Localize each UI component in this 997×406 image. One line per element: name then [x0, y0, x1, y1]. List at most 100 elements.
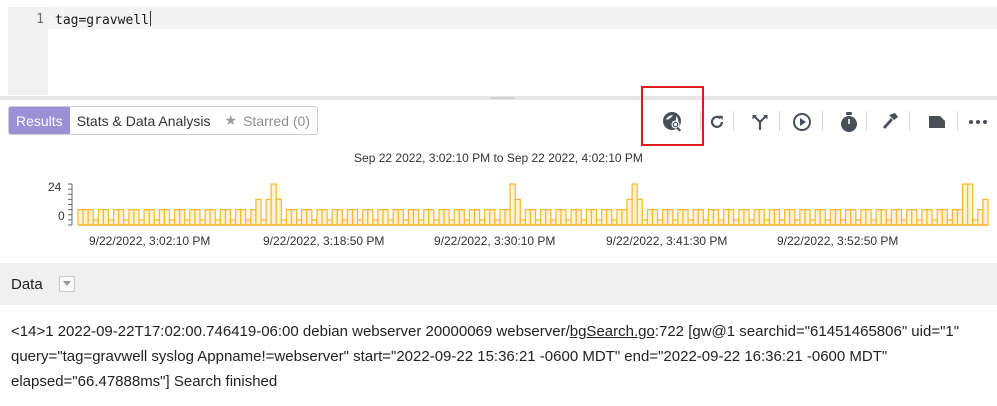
histogram-bar — [590, 209, 598, 226]
histogram-bar — [773, 209, 781, 226]
histogram-bar — [692, 209, 699, 226]
log-entry[interactable]: <14>1 2022-09-22T17:02:00.746419-06:00 d… — [11, 319, 996, 394]
histogram-bar — [936, 209, 943, 226]
x-tick-label: 9/22/2022, 3:41:30 PM — [606, 234, 728, 248]
histogram-bar — [290, 209, 298, 226]
histogram-bar — [107, 219, 115, 226]
histogram-bar — [463, 219, 471, 226]
histogram-bar — [128, 209, 135, 226]
histogram-bar — [529, 209, 537, 226]
data-format-dropdown[interactable] — [59, 276, 75, 292]
histogram-bar — [707, 209, 715, 226]
histogram-bar — [911, 209, 918, 226]
histogram-bar — [438, 209, 445, 226]
histogram-bar — [606, 209, 613, 226]
histogram-bar — [77, 209, 84, 226]
histogram-bar — [799, 209, 806, 226]
histogram-bar — [977, 209, 984, 226]
histogram-bar — [224, 209, 232, 226]
x-tick-label: 9/22/2022, 3:18:50 PM — [263, 234, 385, 248]
histogram-bar — [763, 219, 770, 226]
histogram-bar — [509, 183, 516, 226]
histogram-bar — [341, 219, 349, 226]
histogram-bar — [321, 209, 328, 226]
histogram-bar — [524, 209, 532, 226]
histogram-bar — [738, 209, 745, 226]
histogram-bar — [214, 219, 221, 226]
histogram-bar — [677, 209, 684, 226]
histogram-bar — [611, 219, 618, 226]
histogram-bar — [951, 209, 959, 226]
histogram-bar — [250, 209, 257, 226]
histogram-bar — [855, 219, 862, 226]
histogram-bar — [392, 209, 399, 226]
histogram-bar — [784, 209, 791, 226]
histogram-bar — [885, 219, 893, 226]
histogram-bar — [550, 219, 557, 226]
histogram-bar — [148, 209, 155, 226]
histogram-bar — [850, 209, 857, 226]
histogram-chart[interactable] — [0, 0, 997, 260]
histogram-bar — [92, 219, 99, 226]
histogram-bar — [753, 209, 760, 226]
histogram-bar — [443, 209, 450, 226]
histogram-bar — [255, 198, 262, 226]
histogram-bar — [672, 219, 679, 226]
histogram-bar — [961, 183, 969, 226]
histogram-bar — [895, 209, 903, 226]
histogram-bar — [809, 219, 816, 226]
histogram-bar — [275, 198, 282, 226]
histogram-bar — [494, 219, 501, 226]
histogram-bar — [133, 209, 140, 226]
histogram-bar — [448, 219, 455, 226]
histogram-bar — [601, 209, 608, 226]
histogram-bar — [433, 219, 440, 226]
histogram-bar — [789, 209, 796, 226]
histogram-bar — [123, 219, 130, 226]
histogram-bar — [743, 209, 750, 226]
histogram-bar — [758, 209, 765, 226]
histogram-bar — [941, 209, 948, 226]
histogram-bar — [641, 219, 648, 226]
histogram-bar — [489, 209, 496, 226]
histogram-bar — [956, 209, 964, 226]
histogram-bar — [184, 219, 191, 226]
histogram-bar — [656, 219, 664, 226]
histogram-bar — [921, 209, 928, 226]
histogram-bar — [377, 209, 384, 226]
histogram-bar — [804, 209, 811, 226]
histogram-bar — [906, 209, 913, 226]
histogram-bar — [621, 209, 628, 226]
histogram-bar — [860, 209, 867, 226]
histogram-bar — [870, 219, 877, 226]
histogram-bar — [245, 219, 252, 226]
histogram-bar — [514, 198, 521, 226]
histogram-bar — [631, 183, 638, 226]
histogram-bar — [280, 219, 288, 226]
histogram-bar — [219, 209, 227, 226]
histogram-bar — [423, 209, 430, 226]
histogram-bar — [173, 209, 181, 226]
histogram-bar — [331, 209, 338, 226]
source-file-link[interactable]: bgSearch.go — [570, 323, 655, 340]
histogram-bar — [865, 209, 872, 226]
histogram-bar — [824, 219, 832, 226]
histogram-bar — [768, 209, 776, 226]
y-axis — [68, 183, 73, 226]
histogram-bar — [555, 209, 562, 226]
histogram-bar — [900, 219, 908, 226]
histogram-bar — [387, 219, 394, 226]
histogram-bar — [351, 209, 359, 226]
histogram-bar — [926, 209, 933, 226]
chevron-down-icon — [63, 281, 71, 286]
histogram-bar — [540, 209, 547, 226]
histogram-bar — [662, 209, 669, 226]
histogram-bar — [412, 209, 420, 226]
histogram-bar — [570, 209, 577, 226]
histogram-bar — [972, 219, 979, 226]
histogram-bar — [357, 219, 364, 226]
histogram-bar — [112, 209, 120, 226]
histogram-bar — [382, 209, 389, 226]
data-label: Data — [11, 276, 43, 293]
histogram-bar — [504, 209, 511, 226]
